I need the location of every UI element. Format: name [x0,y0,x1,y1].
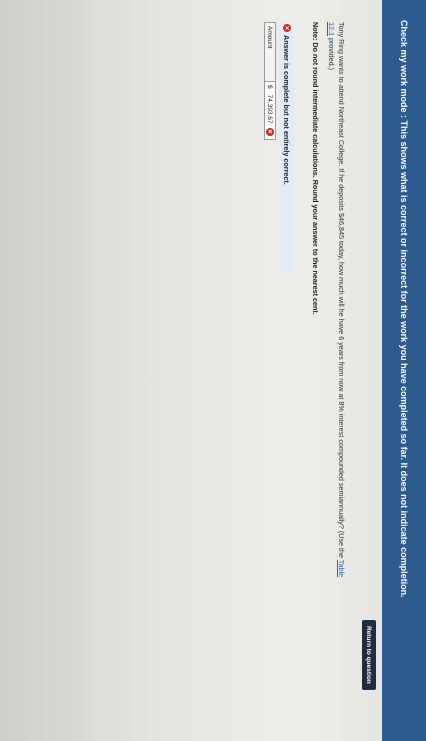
question-part1: Tony Ring wants to attend Northeast Coll… [337,22,346,560]
instructions-note: Note: Do not round intermediate calculat… [311,22,320,315]
incorrect-icon: ✕ [266,127,274,136]
currency-symbol: $ [266,85,274,89]
return-to-question-label: Return to question [365,626,373,684]
question-part2: provided.) [327,36,337,70]
answer-status-text: Answer is complete but not entirely corr… [282,35,292,185]
answer-box: ✕ Answer is complete but not entirely co… [238,22,294,272]
amount-value: 74,393.67 [266,94,274,124]
amount-field[interactable]: $ 74,393.67 ✕ [264,82,276,140]
banner-text: Check my work mode : This shows what is … [399,20,409,598]
return-to-question-button[interactable]: Return to question [362,620,376,690]
amount-label: Amount [264,22,276,82]
amount-row: Amount $ 74,393.67 ✕ [264,22,276,272]
check-mode-banner: Check my work mode : This shows what is … [382,0,426,741]
question-text: Tony Ring wants to attend Northeast Coll… [327,22,347,582]
answer-status: ✕ Answer is complete but not entirely co… [280,22,294,272]
page: Check my work mode : This shows what is … [0,0,426,741]
incorrect-icon: ✕ [283,24,291,32]
